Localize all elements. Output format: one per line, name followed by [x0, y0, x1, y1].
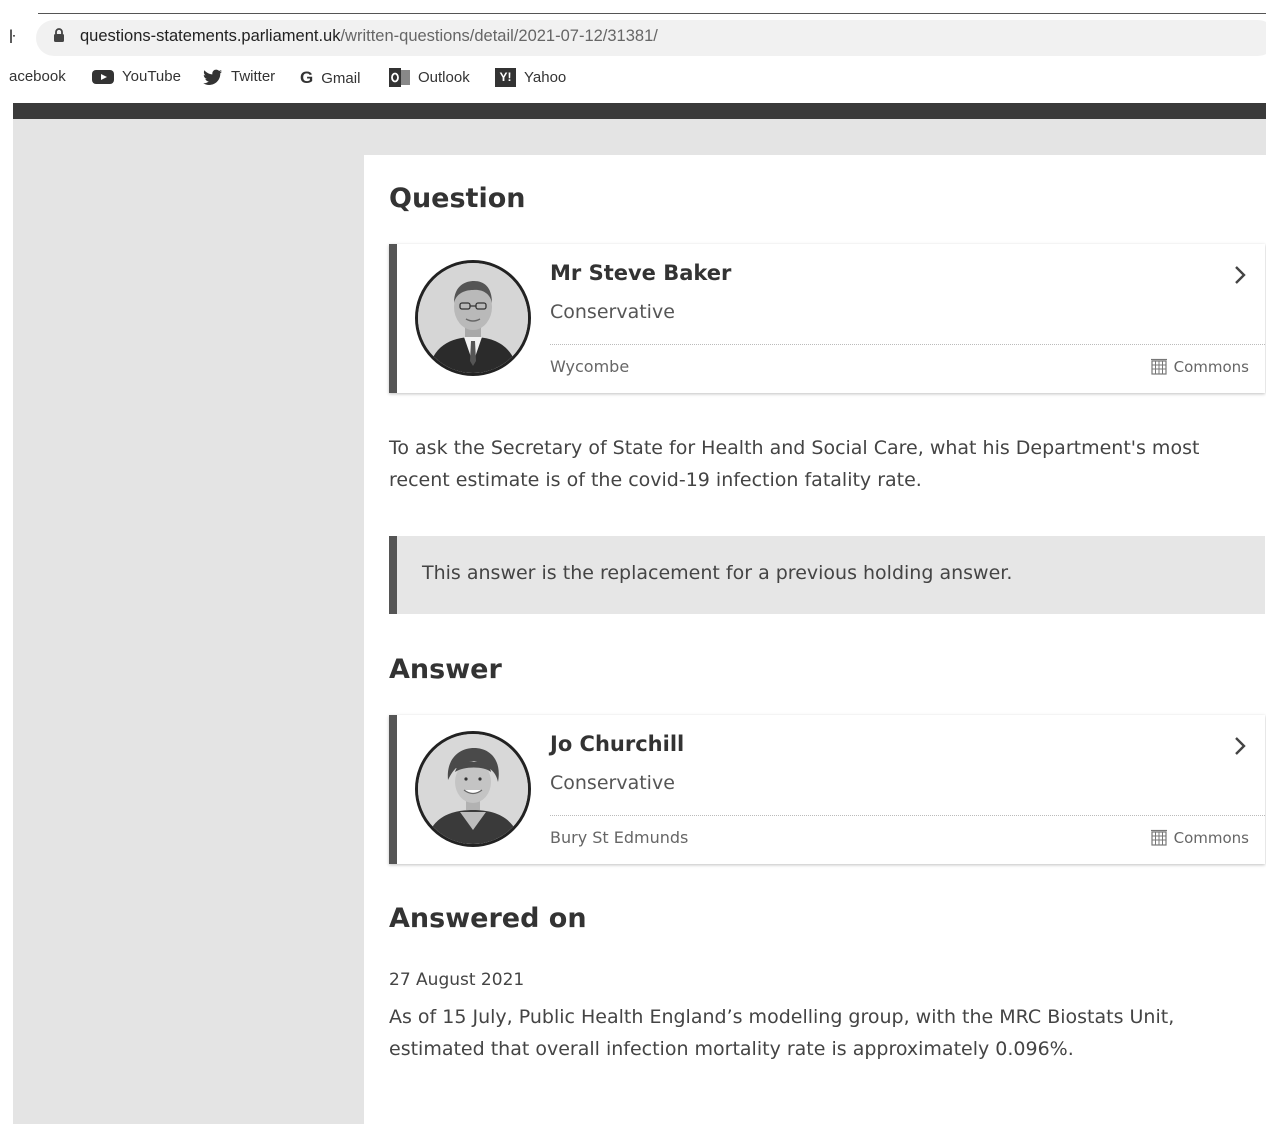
browser-top-edge	[38, 13, 1266, 14]
nav-button-fragment[interactable]: ŀ	[9, 27, 15, 48]
bookmark-label: Outlook	[418, 69, 470, 86]
portrait-image	[418, 263, 528, 373]
card-divider	[550, 815, 1265, 816]
card-divider	[550, 344, 1265, 345]
holding-answer-notice: This answer is the replacement for a pre…	[389, 536, 1265, 614]
member-constituency: Bury St Edmunds	[550, 828, 689, 847]
member-house: Commons	[1150, 358, 1249, 376]
bookmark-yahoo[interactable]: Y! Yahoo	[495, 68, 566, 87]
answer-date: 27 August 2021	[389, 970, 525, 990]
answer-text: As of 15 July, Public Health England’s m…	[389, 1006, 1175, 1060]
member-name: Jo Churchill	[550, 732, 685, 756]
bookmarks-bar: acebook YouTube Twitter G Gmail Outlook …	[0, 66, 1266, 90]
site-header-bar	[13, 103, 1266, 119]
bookmark-youtube[interactable]: YouTube	[92, 68, 181, 85]
portcullis-icon	[1150, 358, 1167, 375]
url-path: /written-questions/detail/2021-07-12/313…	[340, 27, 658, 45]
twitter-icon	[203, 69, 222, 85]
member-party: Conservative	[550, 772, 675, 794]
question-text: To ask the Secretary of State for Health…	[389, 437, 1200, 491]
answer-member-card[interactable]: Jo Churchill Conservative Bury St Edmund…	[389, 715, 1265, 864]
chevron-right-icon[interactable]	[1233, 735, 1247, 757]
youtube-icon	[92, 69, 114, 84]
chevron-right-icon[interactable]	[1233, 264, 1247, 286]
member-party: Conservative	[550, 301, 675, 323]
notice-text: This answer is the replacement for a pre…	[422, 562, 1013, 584]
bookmark-facebook[interactable]: acebook	[9, 68, 66, 85]
house-label: Commons	[1173, 829, 1249, 847]
bookmark-label: Yahoo	[524, 69, 567, 86]
member-avatar	[415, 260, 531, 376]
url-text[interactable]: questions-statements.parliament.uk/writt…	[80, 27, 658, 46]
bookmark-gmail[interactable]: G Gmail	[300, 68, 360, 88]
lock-icon[interactable]	[53, 27, 65, 44]
member-avatar	[415, 731, 531, 847]
bookmark-outlook[interactable]: Outlook	[389, 68, 470, 87]
portcullis-icon	[1150, 829, 1167, 846]
member-constituency: Wycombe	[550, 357, 630, 376]
bookmark-twitter[interactable]: Twitter	[203, 68, 275, 85]
bookmark-label: acebook	[9, 68, 66, 85]
question-heading: Question	[389, 183, 526, 214]
member-house: Commons	[1150, 829, 1249, 847]
portrait-image	[418, 734, 528, 844]
bookmark-label: YouTube	[122, 68, 181, 85]
bookmark-label: Twitter	[231, 68, 276, 85]
member-name: Mr Steve Baker	[550, 261, 732, 285]
house-label: Commons	[1173, 358, 1249, 376]
google-icon: G	[300, 68, 314, 87]
outlook-icon	[389, 68, 410, 87]
answered-on-heading: Answered on	[389, 903, 587, 934]
yahoo-icon: Y!	[495, 68, 516, 87]
url-domain: questions-statements.parliament.uk	[80, 27, 341, 45]
bookmark-label: Gmail	[321, 69, 361, 87]
answer-heading: Answer	[389, 654, 502, 685]
question-member-card[interactable]: Mr Steve Baker Conservative Wycombe Comm…	[389, 244, 1265, 393]
